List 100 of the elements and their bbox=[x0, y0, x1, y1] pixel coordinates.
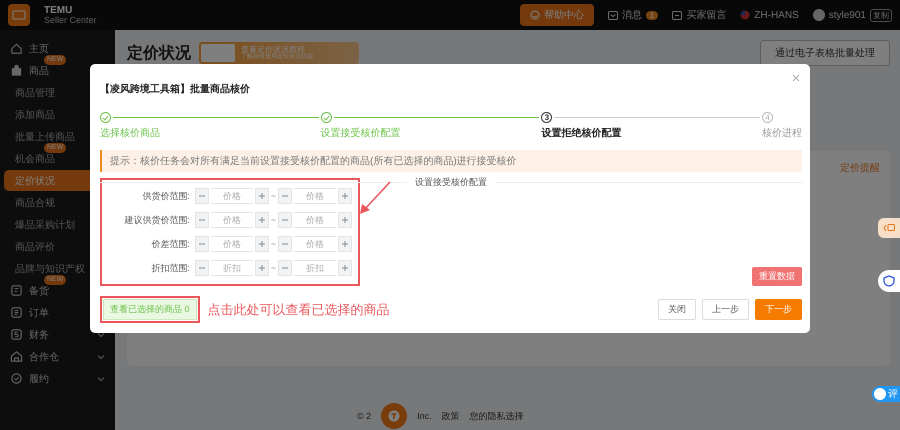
close-icon[interactable] bbox=[792, 74, 802, 84]
minus-icon bbox=[198, 195, 205, 197]
field-label: 建议供货价范围: bbox=[123, 214, 190, 226]
minus-icon bbox=[198, 267, 205, 269]
minus-icon bbox=[282, 195, 288, 197]
item-label: 定价状况 bbox=[15, 174, 55, 188]
minus-icon bbox=[282, 219, 288, 221]
logo-icon bbox=[8, 4, 30, 26]
item-label: 合作仓 bbox=[29, 350, 59, 364]
reset-button[interactable]: 重置数据 bbox=[752, 267, 802, 286]
minus-icon bbox=[198, 243, 205, 245]
plus-icon bbox=[258, 265, 265, 271]
dialog-button[interactable]: 关闭 bbox=[658, 299, 696, 320]
increment-button[interactable] bbox=[338, 188, 352, 204]
max-field[interactable]: 折扣 bbox=[294, 260, 336, 276]
decrement-button[interactable] bbox=[194, 188, 209, 204]
item-label: 商品管理 bbox=[15, 86, 55, 100]
count-badge: 1 bbox=[646, 10, 658, 20]
field-label: 价差范围: bbox=[150, 238, 190, 250]
dialog-button[interactable]: 上一步 bbox=[702, 299, 749, 320]
step-label: 设置接受核价配置 bbox=[320, 126, 402, 140]
sidebar-item[interactable]: 合作仓 bbox=[4, 346, 111, 367]
field-label: 供货价范围: bbox=[141, 190, 190, 202]
item-label: 订单 bbox=[29, 306, 49, 320]
max-field[interactable]: 价格 bbox=[294, 212, 336, 228]
min-field[interactable]: 折扣 bbox=[210, 260, 253, 276]
increment-button[interactable] bbox=[338, 260, 352, 276]
reminder-link[interactable]: 定价提醒 bbox=[840, 161, 880, 356]
item-label: 商品 bbox=[29, 64, 49, 78]
menu-icon bbox=[10, 372, 23, 385]
plugin-widget[interactable] bbox=[878, 270, 900, 292]
increment-button[interactable] bbox=[254, 236, 269, 252]
minus-icon bbox=[282, 243, 288, 245]
max-field[interactable]: 价格 bbox=[294, 236, 336, 252]
chat-tab[interactable] bbox=[878, 218, 900, 238]
copyright-text: © 2 bbox=[357, 411, 372, 421]
avatar[interactable] bbox=[812, 9, 825, 21]
bulk-upload-button[interactable]: 通过电子表格批量处理 bbox=[760, 40, 890, 66]
menu-icon bbox=[10, 64, 23, 77]
footer-link[interactable]: 政策 bbox=[442, 410, 460, 422]
dialog-title: 【凌风跨境工具箱】批量商品核价 bbox=[100, 82, 250, 96]
menu-icon bbox=[10, 42, 23, 55]
item-label: 财务 bbox=[29, 328, 49, 342]
range-separator: ~ bbox=[270, 191, 276, 201]
decrement-button[interactable] bbox=[194, 212, 209, 228]
dialog-button[interactable]: 下一步 bbox=[755, 299, 802, 320]
brand-name: TEMU bbox=[44, 4, 74, 16]
view-selected-button[interactable]: 查看已选择的商品 0 bbox=[103, 299, 197, 320]
smile-icon bbox=[530, 10, 540, 20]
sidebar-item[interactable]: 商品合规 bbox=[4, 192, 111, 213]
section-title: 设置接受核价配置 bbox=[415, 176, 487, 189]
tool-icon bbox=[388, 410, 400, 422]
increment-button[interactable] bbox=[254, 212, 269, 228]
sidebar-item[interactable]: 添加商品 bbox=[4, 104, 111, 125]
min-field[interactable]: 价格 bbox=[210, 188, 253, 204]
sidebar-item[interactable]: 爆品采购计划 bbox=[4, 214, 111, 235]
buyer-messages-button[interactable]: 买家留言 bbox=[672, 8, 726, 22]
language-button[interactable]: ZH-HANS bbox=[740, 10, 799, 20]
messages-button[interactable]: 消息 1 bbox=[608, 8, 658, 22]
increment-button[interactable] bbox=[338, 236, 352, 252]
menu-icon bbox=[10, 328, 23, 341]
decrement-button[interactable] bbox=[278, 188, 292, 204]
increment-button[interactable] bbox=[254, 188, 269, 204]
menu-icon bbox=[10, 306, 23, 319]
decrement-button[interactable] bbox=[194, 260, 209, 276]
increment-button[interactable] bbox=[338, 212, 352, 228]
item-label: 爆品采购计划 bbox=[15, 218, 75, 232]
step-label: 核价进程 bbox=[762, 126, 802, 140]
copyright-text: Inc. bbox=[417, 411, 432, 421]
min-field[interactable]: 价格 bbox=[210, 212, 253, 228]
min-field[interactable]: 价格 bbox=[210, 236, 253, 252]
decrement-button[interactable] bbox=[194, 236, 209, 252]
item-label: 批量上传商品 bbox=[15, 130, 75, 144]
step-label: 设置拒绝核价配置 bbox=[541, 126, 622, 140]
item-label: 履约 bbox=[29, 372, 49, 386]
page-title: 定价状况 bbox=[127, 43, 191, 64]
item-label: 主页 bbox=[29, 42, 49, 56]
help-button[interactable]: 帮助中心 bbox=[520, 4, 594, 26]
video-thumbnail bbox=[201, 44, 235, 62]
increment-button[interactable] bbox=[254, 260, 269, 276]
menu-icon bbox=[10, 350, 23, 363]
decrement-button[interactable] bbox=[278, 260, 292, 276]
menu-icon bbox=[10, 284, 23, 297]
minus-icon bbox=[282, 267, 288, 269]
step-label: 选择核价商品 bbox=[100, 126, 161, 140]
item-label: 商品评价 bbox=[15, 240, 55, 254]
decrement-button[interactable] bbox=[278, 212, 292, 228]
review-toggle[interactable]: 评 bbox=[872, 386, 900, 402]
plus-icon bbox=[342, 193, 348, 199]
item-label: 添加商品 bbox=[15, 108, 55, 122]
sidebar-item[interactable]: 履约 bbox=[4, 368, 111, 389]
item-label: 商品合规 bbox=[15, 196, 55, 210]
sidebar-item[interactable]: 财务 bbox=[4, 324, 111, 345]
shield-icon bbox=[883, 275, 895, 287]
max-field[interactable]: 价格 bbox=[294, 188, 336, 204]
banner-title: 查看定价状况教程 bbox=[241, 46, 305, 54]
footer-link[interactable]: 您的隐私选择 bbox=[470, 410, 524, 422]
assistant-button[interactable] bbox=[381, 403, 408, 429]
decrement-button[interactable] bbox=[278, 236, 292, 252]
sidebar-item[interactable]: 商品评价 bbox=[4, 236, 111, 257]
